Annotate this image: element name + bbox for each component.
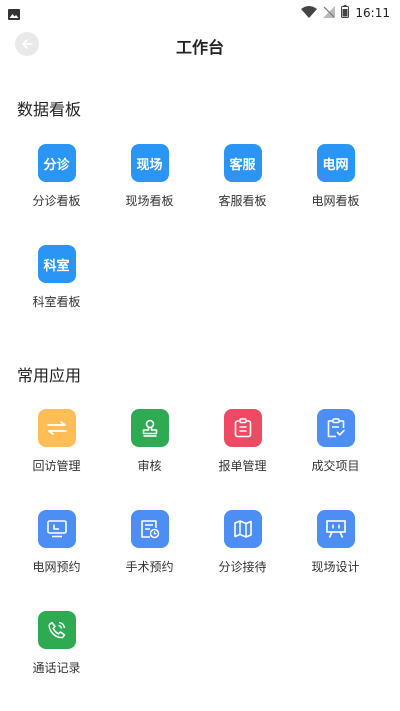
app-item-label: 电网预约: [32, 560, 81, 574]
checklist-icon: [316, 409, 355, 447]
dashboard-item-label: 电网看板: [311, 194, 360, 208]
app-item-surgery-appointment[interactable]: 手术预约: [103, 504, 196, 605]
app-item-telesales-appointment[interactable]: 电网预约: [10, 504, 103, 605]
app-item-label: 手术预约: [125, 560, 174, 574]
app-item-label: 回访管理: [32, 459, 81, 473]
app-item-label: 成交项目: [311, 459, 360, 473]
dashboard-item-label: 科室看板: [32, 295, 81, 309]
section-title-apps: 常用应用: [17, 366, 82, 385]
battery-icon: [341, 3, 350, 22]
app-item-call-records[interactable]: 通话记录: [10, 605, 103, 706]
apps-grid: 回访管理 审核 报单管理 成交项目 电网预约 手术预约 分诊接待 现场设计 通话…: [0, 403, 400, 706]
dashboard-item-label: 现场看板: [125, 194, 174, 208]
image-notification-icon: [8, 5, 20, 24]
service-dashboard-icon: 客服: [223, 144, 262, 182]
app-item-triage-reception[interactable]: 分诊接待: [196, 504, 289, 605]
dashboard-item-telesales[interactable]: 电网 电网看板: [289, 138, 382, 239]
schedule-doc-icon: [130, 510, 169, 548]
dashboard-grid: 分诊 分诊看板 现场 现场看板 客服 客服看板 电网 电网看板 科室 科室看板: [0, 138, 400, 340]
app-item-follow-up[interactable]: 回访管理: [10, 403, 103, 504]
monitor-icon: [37, 510, 76, 548]
map-icon: [223, 510, 262, 548]
app-item-order-management[interactable]: 报单管理: [196, 403, 289, 504]
easel-icon: [316, 510, 355, 548]
app-item-onsite-design[interactable]: 现场设计: [289, 504, 382, 605]
section-title-dashboards: 数据看板: [17, 100, 82, 119]
phone-icon: [37, 611, 76, 649]
department-dashboard-icon: 科室: [37, 245, 76, 283]
dashboard-item-triage[interactable]: 分诊 分诊看板: [10, 138, 103, 239]
page-title: 工作台: [175, 38, 224, 57]
dashboard-item-label: 客服看板: [218, 194, 267, 208]
swap-arrows-icon: [37, 409, 76, 447]
clipboard-icon: [223, 409, 262, 447]
app-item-label: 审核: [137, 459, 162, 473]
app-item-label: 报单管理: [218, 459, 267, 473]
status-bar: 16:11: [0, 0, 400, 24]
app-item-label: 分诊接待: [218, 560, 267, 574]
wifi-icon: [301, 3, 318, 22]
header: 工作台: [0, 24, 400, 64]
dashboard-item-onsite[interactable]: 现场 现场看板: [103, 138, 196, 239]
dashboard-item-department[interactable]: 科室 科室看板: [10, 239, 103, 340]
triage-dashboard-icon: 分诊: [37, 144, 76, 182]
stamp-icon: [130, 409, 169, 447]
dashboard-item-service[interactable]: 客服 客服看板: [196, 138, 289, 239]
telesales-dashboard-icon: 电网: [316, 144, 355, 182]
onsite-dashboard-icon: 现场: [130, 144, 169, 182]
status-time: 16:11: [355, 5, 390, 20]
app-item-review[interactable]: 审核: [103, 403, 196, 504]
app-item-label: 现场设计: [311, 560, 360, 574]
app-item-label: 通话记录: [32, 661, 81, 675]
signal-icon: [323, 3, 336, 22]
dashboard-item-label: 分诊看板: [32, 194, 81, 208]
app-item-deal-projects[interactable]: 成交项目: [289, 403, 382, 504]
